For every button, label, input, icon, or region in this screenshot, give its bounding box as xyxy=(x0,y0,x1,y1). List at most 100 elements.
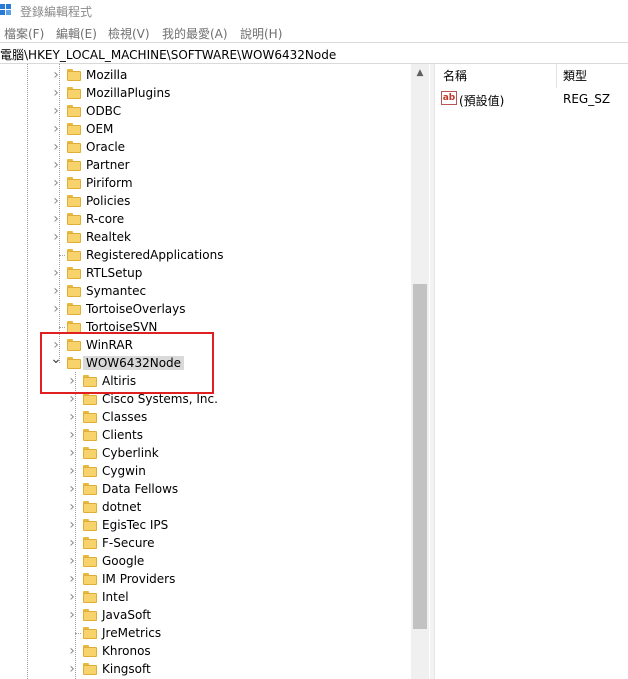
expand-chevron-right-icon[interactable]: › xyxy=(66,553,78,569)
expand-chevron-right-icon[interactable]: › xyxy=(66,571,78,587)
tree-node[interactable]: › Data Fellows xyxy=(0,480,410,498)
tree-node[interactable]: › JavaSoft xyxy=(0,606,410,624)
expand-chevron-right-icon[interactable]: › xyxy=(50,211,62,227)
tree-node-label[interactable]: Classes xyxy=(102,410,147,424)
expand-chevron-right-icon[interactable]: › xyxy=(66,499,78,515)
expand-chevron-right-icon[interactable]: › xyxy=(50,301,62,317)
tree-node[interactable]: › Altiris xyxy=(0,372,410,390)
tree-node[interactable]: TortoiseSVN xyxy=(0,318,410,336)
expand-chevron-right-icon[interactable]: › xyxy=(50,121,62,137)
tree-node[interactable]: › Oracle xyxy=(0,138,410,156)
tree-node[interactable]: › RTLSetup xyxy=(0,264,410,282)
tree-node-label[interactable]: MozillaPlugins xyxy=(86,86,170,100)
tree-node-label[interactable]: Cyberlink xyxy=(102,446,159,460)
tree-node[interactable]: › Mozilla xyxy=(0,66,410,84)
expand-chevron-right-icon[interactable]: › xyxy=(50,157,62,173)
tree-node[interactable]: › TortoiseOverlays xyxy=(0,300,410,318)
menu-view[interactable]: 檢視(V) xyxy=(108,25,150,42)
tree-node[interactable]: › Cygwin xyxy=(0,462,410,480)
tree-node[interactable]: › F-Secure xyxy=(0,534,410,552)
tree-node-label[interactable]: dotnet xyxy=(102,500,141,514)
tree-node-label[interactable]: Google xyxy=(102,554,144,568)
menu-edit[interactable]: 編輯(E) xyxy=(56,25,97,42)
value-list-pane[interactable]: 名稱 類型 ab (預設值) REG_SZ xyxy=(435,64,628,679)
tree-node[interactable]: › Clients xyxy=(0,426,410,444)
expand-chevron-right-icon[interactable]: › xyxy=(66,607,78,623)
tree-scrollbar[interactable]: ▲ xyxy=(411,64,429,679)
tree-node-label[interactable]: WinRAR xyxy=(86,338,133,352)
tree-node-label[interactable]: ODBC xyxy=(86,104,121,118)
tree-node[interactable]: › Realtek xyxy=(0,228,410,246)
expand-chevron-right-icon[interactable]: › xyxy=(50,85,62,101)
expand-chevron-right-icon[interactable]: › xyxy=(50,139,62,155)
tree-node-label[interactable]: Intel xyxy=(102,590,129,604)
tree-node[interactable]: › R-core xyxy=(0,210,410,228)
tree-node[interactable]: › Classes xyxy=(0,408,410,426)
tree-node-label[interactable]: IM Providers xyxy=(102,572,175,586)
tree-node[interactable]: › IM Providers xyxy=(0,570,410,588)
tree-node-label[interactable]: JavaSoft xyxy=(102,608,151,622)
expand-chevron-right-icon[interactable]: › xyxy=(66,589,78,605)
tree-node[interactable]: › MozillaPlugins xyxy=(0,84,410,102)
tree-node[interactable]: › dotnet xyxy=(0,498,410,516)
expand-chevron-right-icon[interactable]: › xyxy=(50,265,62,281)
tree-node-label[interactable]: R-core xyxy=(86,212,124,226)
expand-chevron-right-icon[interactable]: › xyxy=(66,535,78,551)
tree-node-label[interactable]: TortoiseOverlays xyxy=(86,302,186,316)
tree-node[interactable]: JreMetrics xyxy=(0,624,410,642)
expand-chevron-right-icon[interactable]: › xyxy=(66,409,78,425)
expand-chevron-right-icon[interactable]: › xyxy=(66,391,78,407)
column-header-name[interactable]: 名稱 xyxy=(443,67,467,84)
expand-chevron-right-icon[interactable]: › xyxy=(66,661,78,677)
tree-node[interactable]: › Partner xyxy=(0,156,410,174)
address-path[interactable]: 電腦\HKEY_LOCAL_MACHINE\SOFTWARE\WOW6432No… xyxy=(0,46,336,63)
column-header-type[interactable]: 類型 xyxy=(563,67,587,84)
tree-node[interactable]: › Kingsoft xyxy=(0,660,410,678)
expand-chevron-right-icon[interactable]: › xyxy=(50,229,62,245)
scroll-thumb[interactable] xyxy=(413,284,427,629)
tree-node-label[interactable]: Policies xyxy=(86,194,130,208)
expand-chevron-right-icon[interactable]: › xyxy=(66,373,78,389)
expand-chevron-right-icon[interactable]: › xyxy=(66,481,78,497)
expand-chevron-right-icon[interactable]: › xyxy=(50,283,62,299)
scroll-up-arrow-icon[interactable]: ▲ xyxy=(411,66,429,80)
tree-node[interactable]: › Policies xyxy=(0,192,410,210)
tree-node-label[interactable]: Altiris xyxy=(102,374,136,388)
tree-node-label[interactable]: RegisteredApplications xyxy=(86,248,223,262)
tree-node[interactable]: ⌄ WOW6432Node xyxy=(0,351,410,372)
expand-chevron-right-icon[interactable]: › xyxy=(66,463,78,479)
value-name[interactable]: (預設值) xyxy=(459,92,504,109)
tree-node[interactable]: › ODBC xyxy=(0,102,410,120)
tree-node-label[interactable]: Piriform xyxy=(86,176,133,190)
expand-chevron-right-icon[interactable]: › xyxy=(50,175,62,191)
tree-node[interactable]: › Cisco Systems, Inc. xyxy=(0,390,410,408)
menu-help[interactable]: 說明(H) xyxy=(240,25,282,42)
tree-node[interactable]: › Google xyxy=(0,552,410,570)
tree-node-label[interactable]: Partner xyxy=(86,158,130,172)
tree-node-label[interactable]: Cygwin xyxy=(102,464,146,478)
expand-chevron-right-icon[interactable]: › xyxy=(66,643,78,659)
tree-node-label[interactable]: RTLSetup xyxy=(86,266,142,280)
tree-node-label[interactable]: TortoiseSVN xyxy=(86,320,157,334)
tree-node-label[interactable]: OEM xyxy=(86,122,113,136)
tree-node[interactable]: › EgisTec IPS xyxy=(0,516,410,534)
expand-chevron-right-icon[interactable]: › xyxy=(66,445,78,461)
tree-node-label[interactable]: Clients xyxy=(102,428,143,442)
expand-chevron-right-icon[interactable]: › xyxy=(50,193,62,209)
tree-node[interactable]: › Intel xyxy=(0,588,410,606)
tree-node[interactable]: RegisteredApplications xyxy=(0,246,410,264)
tree-node-label[interactable]: Data Fellows xyxy=(102,482,178,496)
tree-node[interactable]: › Cyberlink xyxy=(0,444,410,462)
tree-node[interactable]: › OEM xyxy=(0,120,410,138)
tree-node[interactable]: › Khronos xyxy=(0,642,410,660)
menu-file[interactable]: 檔案(F) xyxy=(4,25,44,42)
tree-node-label[interactable]: F-Secure xyxy=(102,536,155,550)
tree-node-label[interactable]: Realtek xyxy=(86,230,131,244)
tree-node[interactable]: › Symantec xyxy=(0,282,410,300)
tree-node-label[interactable]: Khronos xyxy=(102,644,151,658)
tree-node-label[interactable]: Oracle xyxy=(86,140,125,154)
tree-pane[interactable]: › Mozilla › MozillaPlugins › ODBC › OEM › Oracle ›… xyxy=(0,64,430,679)
tree-node-label[interactable]: Mozilla xyxy=(86,68,127,82)
expand-chevron-right-icon[interactable]: › xyxy=(66,517,78,533)
address-bar[interactable]: 電腦\HKEY_LOCAL_MACHINE\SOFTWARE\WOW6432No… xyxy=(0,42,628,64)
